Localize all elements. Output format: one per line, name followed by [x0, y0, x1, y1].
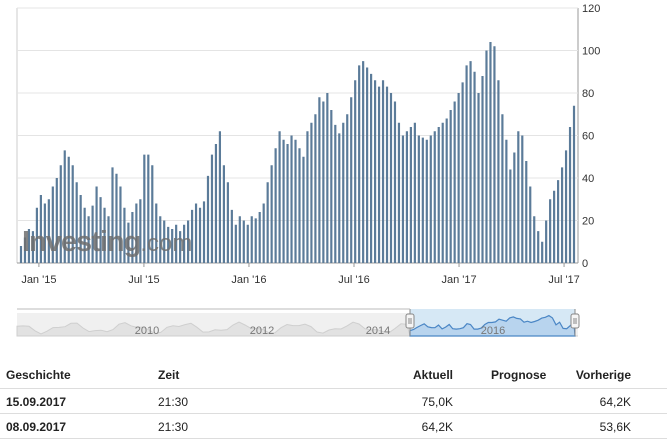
row-time: 21:30	[158, 420, 189, 434]
history-table: Geschichte Zeit Aktuell Prognose Vorheri…	[0, 362, 667, 439]
row-time: 21:30	[158, 395, 189, 409]
header-previous: Vorherige	[575, 368, 631, 382]
row-date: 08.09.2017	[6, 420, 67, 434]
history-header-row: Geschichte Zeit Aktuell Prognose Vorheri…	[0, 362, 667, 389]
header-time: Zeit	[158, 368, 180, 382]
row-previous: 53,6K	[599, 420, 631, 434]
table-row: 15.09.2017 21:30 75,0K 64,2K	[0, 389, 667, 414]
header-actual: Aktuell	[412, 368, 453, 382]
row-actual: 75,0K	[421, 395, 453, 409]
row-previous: 64,2K	[599, 395, 631, 409]
navigator-year-label: 2016	[481, 325, 505, 337]
navigator-year-label: 2010	[135, 325, 159, 337]
navigator-year-label: 2012	[250, 325, 274, 337]
header-date: Geschichte	[6, 368, 71, 382]
chart-panel: 0 20 40 60 80 100 120 Jan '15 Jul '15 Jan '16 Jul …	[0, 0, 667, 350]
range-navigator[interactable]: 2010 2012 2014 2016	[0, 0, 667, 350]
header-forecast: Prognose	[491, 368, 547, 382]
row-actual: 64,2K	[421, 420, 453, 434]
navigator-year-label: 2014	[366, 325, 390, 337]
navigator-left-handle[interactable]	[405, 313, 415, 329]
table-row: 08.09.2017 21:30 64,2K 53,6K	[0, 414, 667, 439]
navigator-right-handle[interactable]	[570, 313, 580, 329]
row-date: 15.09.2017	[6, 395, 67, 409]
